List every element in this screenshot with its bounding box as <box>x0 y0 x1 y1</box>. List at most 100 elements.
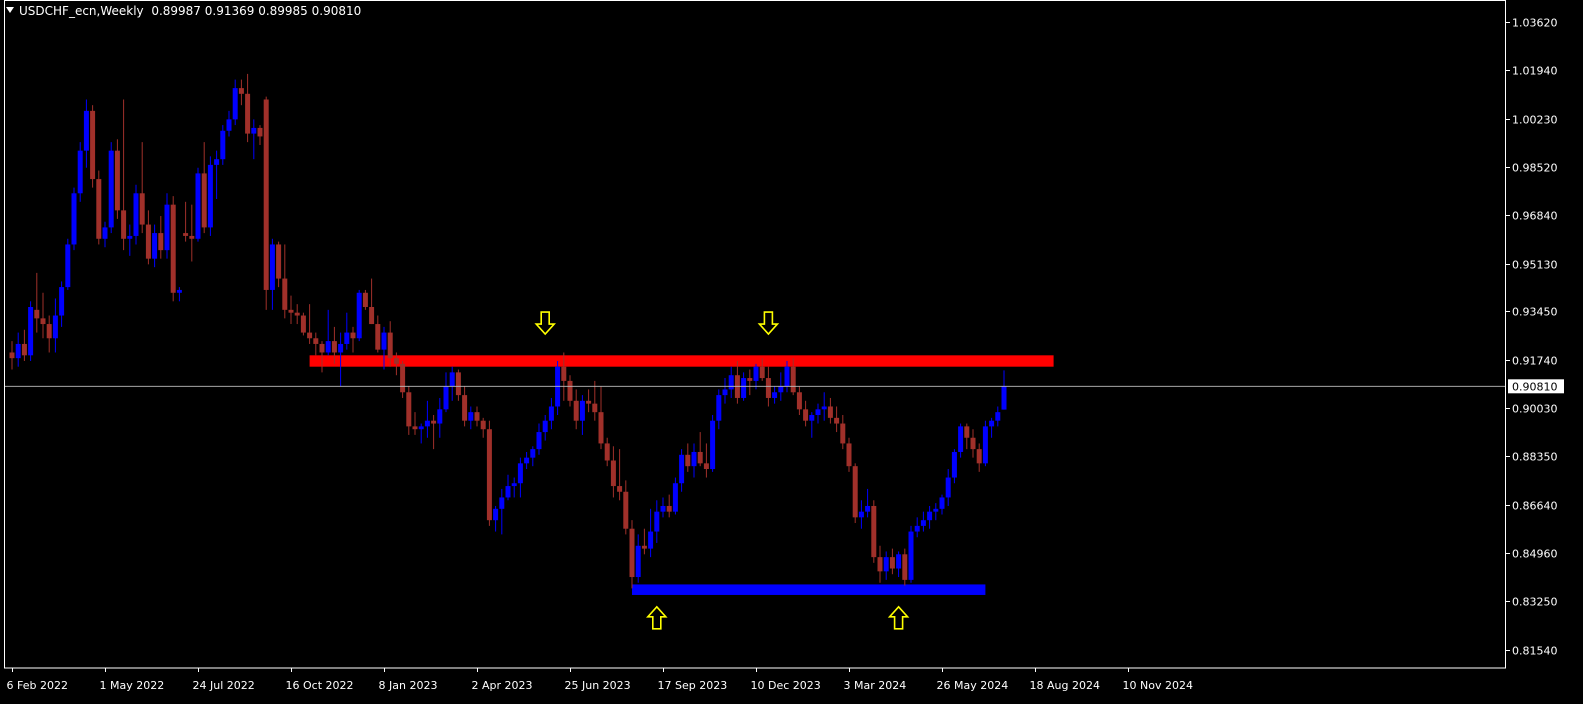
candle <box>672 477 678 515</box>
candle-body <box>697 451 703 464</box>
candle <box>59 281 65 327</box>
candle-body <box>350 332 356 339</box>
candle <box>524 451 530 470</box>
candle <box>164 193 170 259</box>
candle <box>716 389 722 430</box>
x-tick-label: 16 Oct 2022 <box>286 679 354 692</box>
candle <box>809 412 815 438</box>
candle-body <box>889 557 895 569</box>
candle <box>362 289 368 310</box>
candle-body <box>83 110 89 151</box>
candle-body <box>114 150 120 211</box>
candle <box>449 366 455 401</box>
candle-body <box>728 375 734 390</box>
candle-body <box>431 420 437 424</box>
candle <box>865 488 871 518</box>
candle-body <box>945 477 951 498</box>
candle-body <box>152 233 158 259</box>
price-axis: 1.03620 1.01940 1.00230 0.98520 0.96840 0.951… <box>1506 17 1564 658</box>
candle-body <box>34 309 40 319</box>
candle-body <box>443 386 449 410</box>
candle <box>679 449 685 492</box>
candle-body <box>269 244 275 290</box>
candle <box>920 511 926 532</box>
candle-body <box>294 312 300 316</box>
candle-body <box>790 366 796 393</box>
candle-body <box>573 400 579 421</box>
candle-body <box>356 292 362 339</box>
candle <box>145 210 151 265</box>
candle-body <box>908 531 914 580</box>
candle-body <box>561 366 567 381</box>
candle <box>245 73 251 143</box>
candle-body <box>474 412 480 421</box>
candle-body <box>393 358 399 364</box>
candle-body <box>920 520 926 526</box>
candle <box>555 361 561 416</box>
candle <box>542 415 548 441</box>
candle <box>189 204 195 262</box>
candle <box>858 500 864 529</box>
candle-body <box>282 278 288 310</box>
candle <box>455 369 461 401</box>
candle-body <box>46 324 52 339</box>
candle-body <box>691 451 697 467</box>
candle-body <box>77 150 83 194</box>
candle-body <box>468 412 474 421</box>
candle-body <box>524 457 530 464</box>
x-tick-label: 6 Feb 2022 <box>7 679 68 692</box>
candle <box>232 79 238 126</box>
price-chart[interactable]: 1.03620 1.01940 1.00230 0.98520 0.96840 0.951… <box>0 0 1583 704</box>
candle-body <box>815 409 821 416</box>
candle <box>635 534 641 583</box>
candle <box>325 309 331 356</box>
candle-body <box>858 511 864 518</box>
candle <box>65 238 71 290</box>
candle <box>945 469 951 506</box>
candle-body <box>548 406 554 421</box>
candle-body <box>418 426 424 430</box>
candle-body <box>232 88 238 120</box>
candle <box>96 170 102 245</box>
candle <box>139 142 145 234</box>
candle <box>207 156 213 236</box>
candle <box>418 423 424 444</box>
candle-body <box>666 505 672 512</box>
candle <box>827 397 833 424</box>
candle-body <box>21 343 27 356</box>
candle-body <box>158 233 164 251</box>
candle-body <box>703 463 709 470</box>
candle-body <box>883 557 889 572</box>
candle <box>685 443 691 472</box>
candle-body <box>486 429 492 521</box>
candle <box>83 99 89 168</box>
candle <box>176 287 182 302</box>
candle <box>437 397 443 438</box>
candle <box>28 301 34 362</box>
candle <box>734 361 740 404</box>
candle <box>400 361 406 398</box>
y-tick-label: 0.81540 <box>1512 645 1558 658</box>
candle <box>40 292 46 339</box>
candle-body <box>245 93 251 134</box>
candle-body <box>598 412 604 444</box>
candle <box>536 423 542 455</box>
candle-body <box>517 463 523 484</box>
candle-body <box>195 173 201 239</box>
candle-body <box>933 508 939 512</box>
candle-body <box>629 528 635 578</box>
candle-body <box>716 395 722 421</box>
candle <box>666 494 672 518</box>
candle <box>648 508 654 558</box>
candle-body <box>586 400 592 404</box>
candle <box>34 272 40 333</box>
candle <box>604 437 610 467</box>
candle-body <box>710 420 716 470</box>
candle-body <box>121 210 127 239</box>
candle-body <box>610 460 616 487</box>
candle <box>183 201 189 242</box>
candle <box>307 304 313 344</box>
candle-body <box>617 486 623 492</box>
candle <box>567 375 573 407</box>
candle-body <box>896 554 902 569</box>
